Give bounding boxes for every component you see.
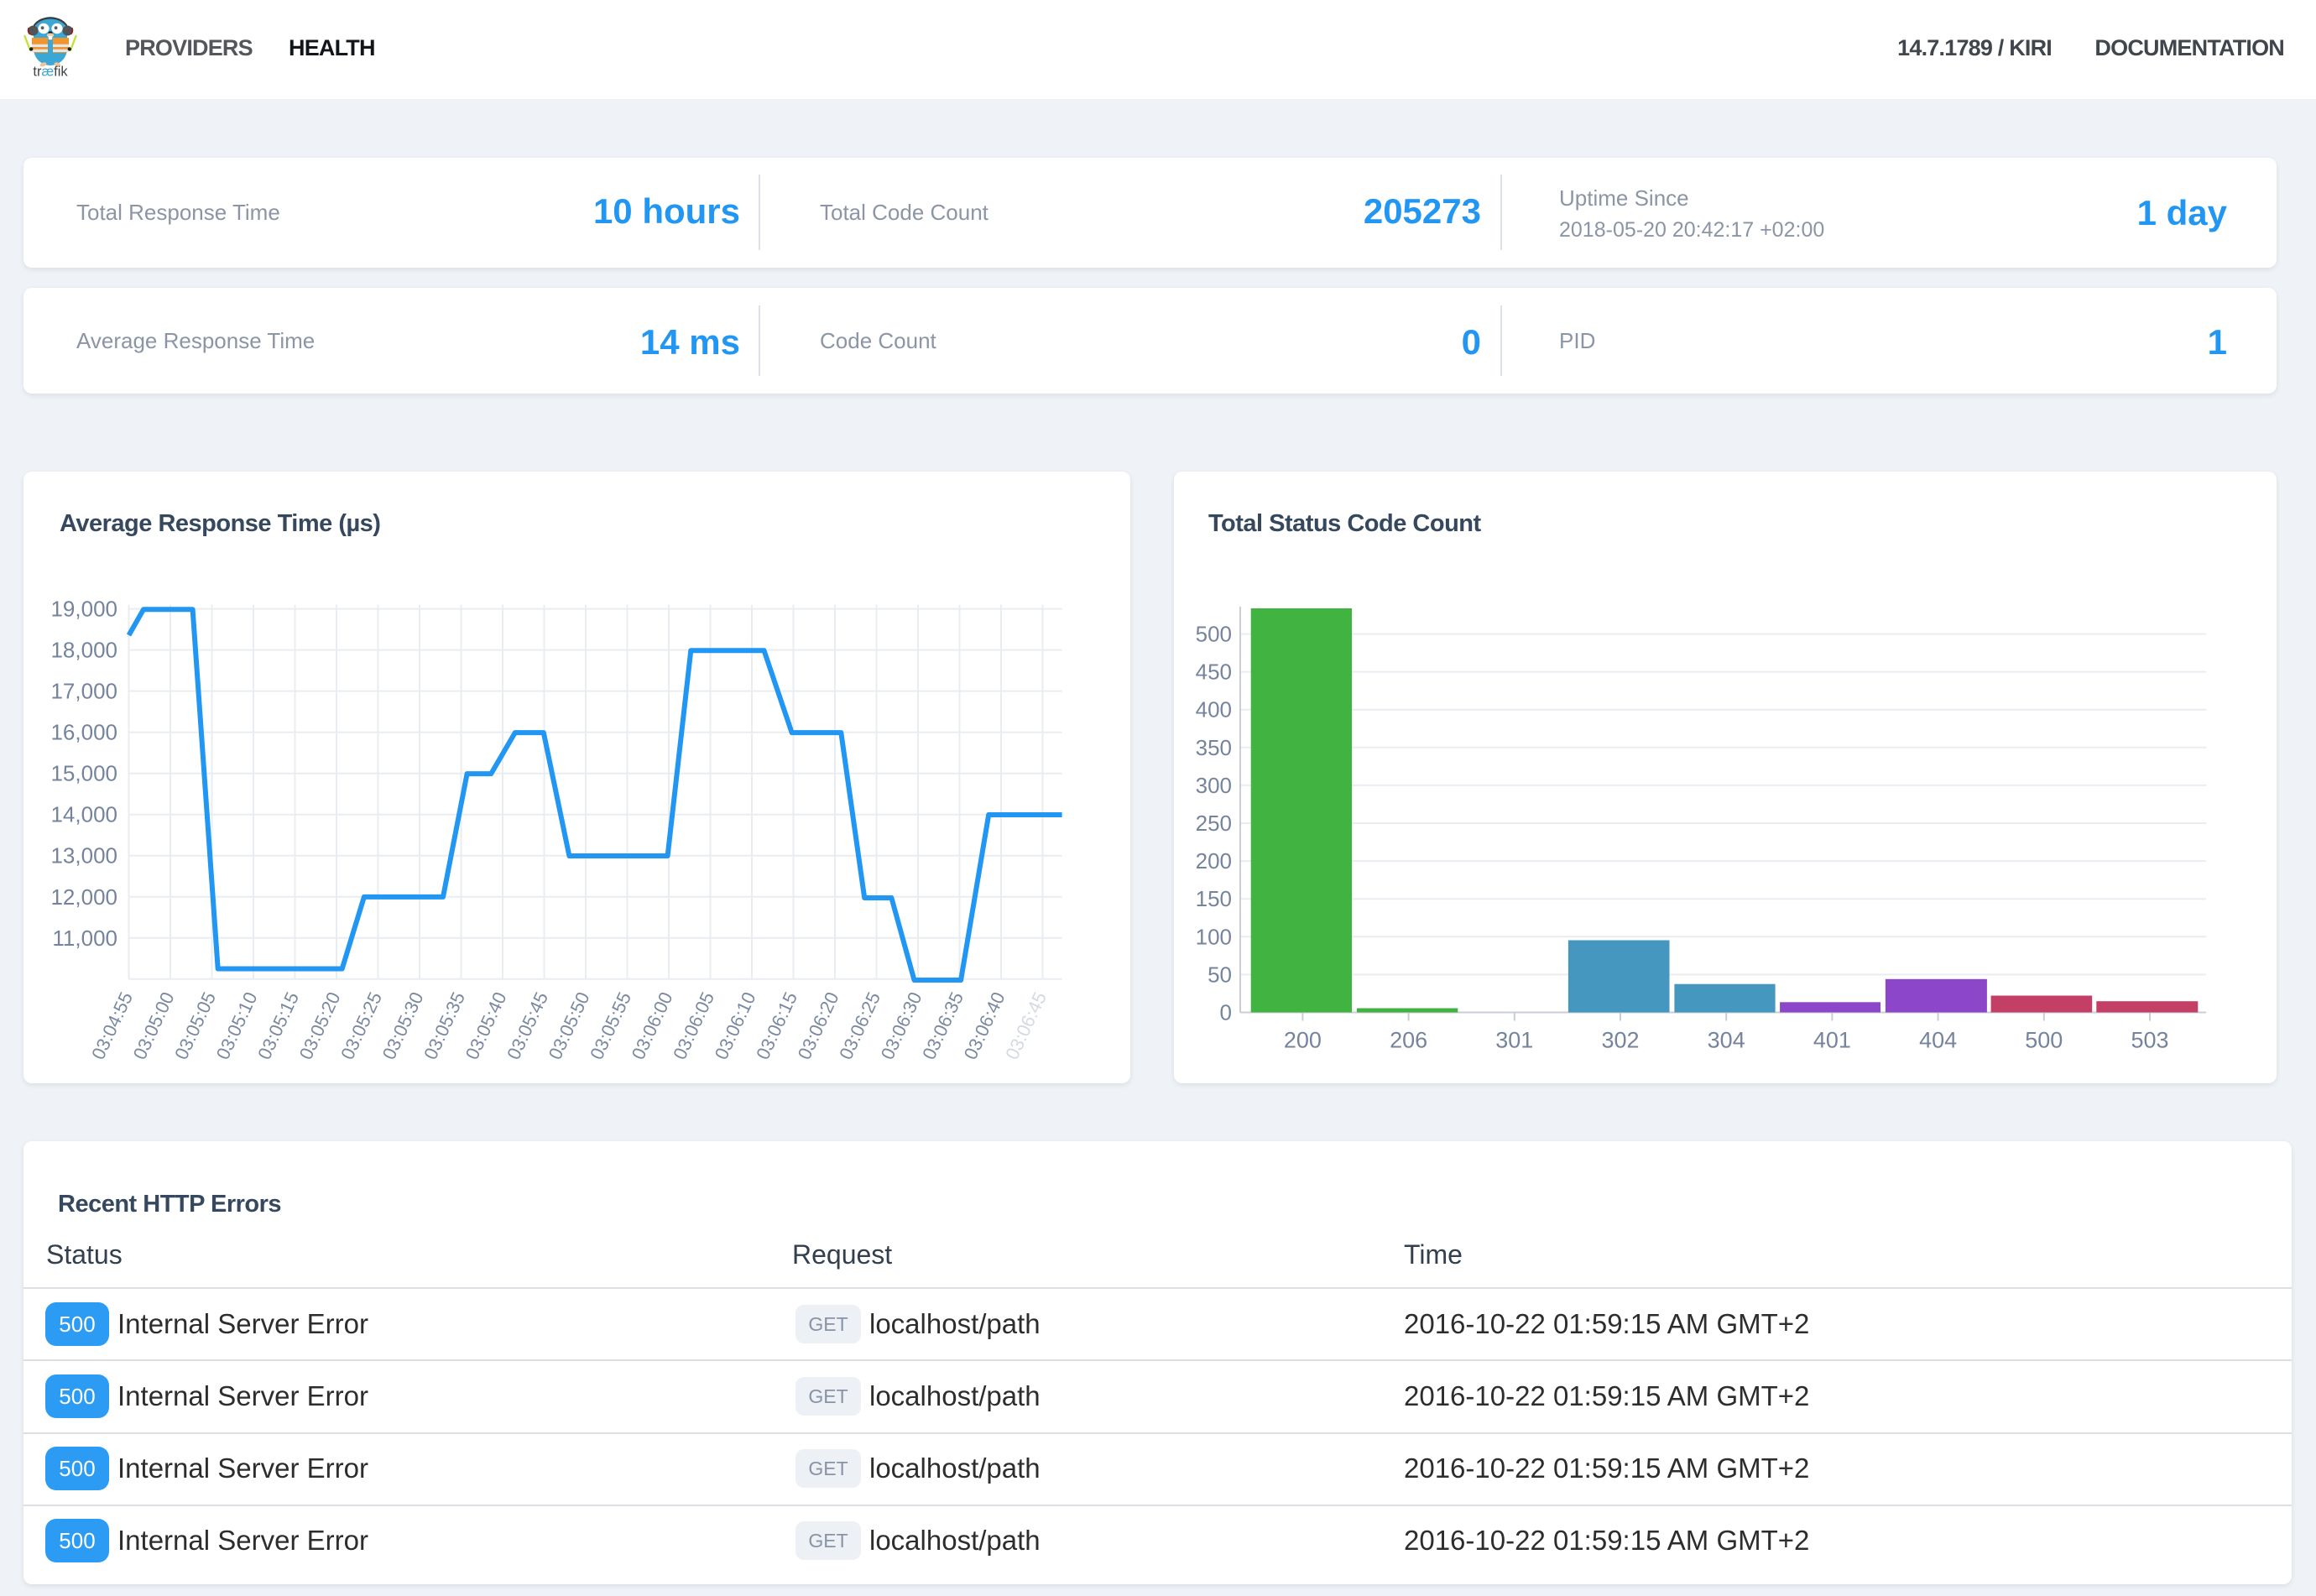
svg-text:503: 503 <box>2131 1028 2168 1053</box>
svg-text:350: 350 <box>1196 735 1232 760</box>
svg-text:301: 301 <box>1495 1028 1533 1053</box>
svg-text:16,000: 16,000 <box>50 720 117 745</box>
svg-text:304: 304 <box>1708 1028 1745 1053</box>
svg-text:03:06:45: 03:06:45 <box>1001 988 1051 1062</box>
svg-text:250: 250 <box>1196 811 1232 836</box>
svg-text:50: 50 <box>1208 962 1232 987</box>
svg-text:17,000: 17,000 <box>50 679 117 704</box>
svg-text:500: 500 <box>2025 1028 2063 1053</box>
svg-text:150: 150 <box>1196 886 1232 911</box>
svg-text:206: 206 <box>1390 1028 1427 1053</box>
svg-text:19,000: 19,000 <box>50 597 117 622</box>
svg-text:11,000: 11,000 <box>52 926 117 951</box>
svg-text:18,000: 18,000 <box>50 638 117 663</box>
svg-text:200: 200 <box>1284 1028 1322 1053</box>
svg-text:200: 200 <box>1196 848 1232 874</box>
svg-text:404: 404 <box>1919 1028 1957 1053</box>
svg-text:300: 300 <box>1196 773 1232 798</box>
svg-text:400: 400 <box>1196 697 1232 722</box>
svg-text:0: 0 <box>1220 1000 1232 1025</box>
svg-text:13,000: 13,000 <box>50 843 117 868</box>
svg-text:500: 500 <box>1196 622 1232 647</box>
svg-text:15,000: 15,000 <box>50 761 117 786</box>
svg-text:12,000: 12,000 <box>50 884 117 910</box>
svg-text:450: 450 <box>1196 660 1232 685</box>
svg-text:100: 100 <box>1196 924 1232 949</box>
svg-text:401: 401 <box>1813 1028 1851 1053</box>
svg-text:træfik: træfik <box>33 65 68 80</box>
svg-text:302: 302 <box>1601 1028 1639 1053</box>
svg-text:14,000: 14,000 <box>50 802 117 827</box>
